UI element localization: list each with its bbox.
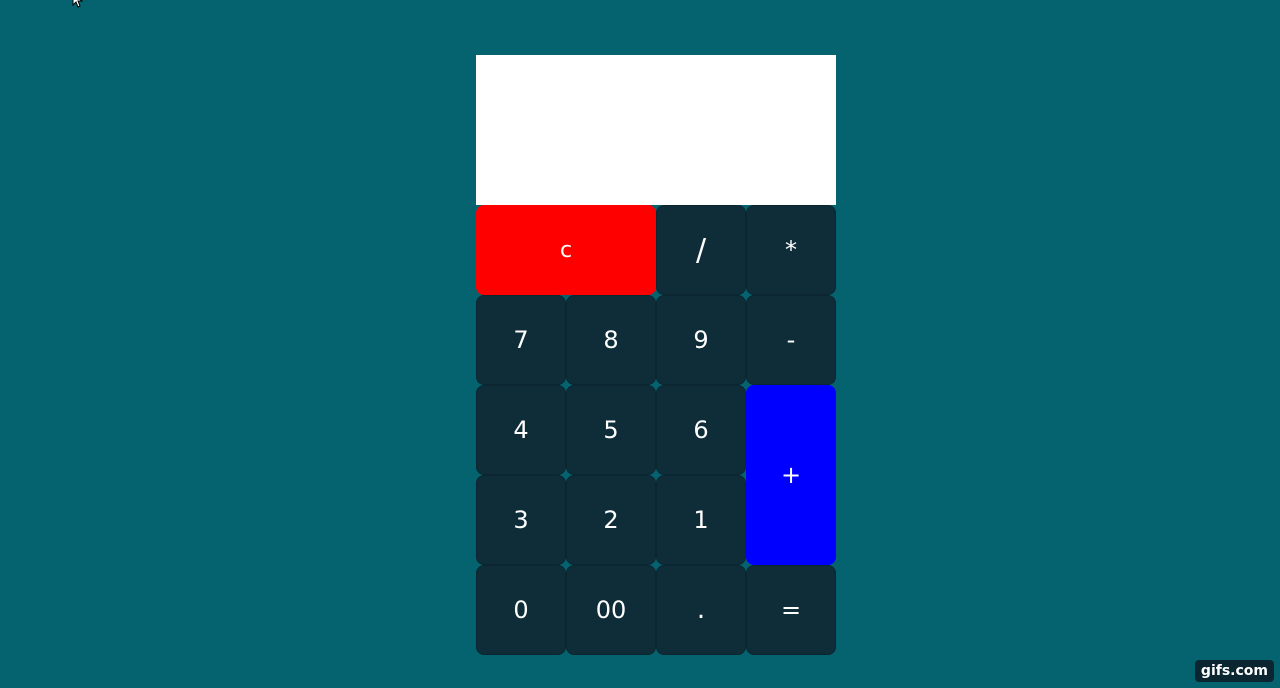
digit-4-button[interactable]: 4 bbox=[476, 385, 566, 475]
digit-5-button[interactable]: 5 bbox=[566, 385, 656, 475]
divide-button[interactable]: / bbox=[656, 205, 746, 295]
digit-3-button[interactable]: 3 bbox=[476, 475, 566, 565]
digit-1-button[interactable]: 1 bbox=[656, 475, 746, 565]
mouse-pointer-icon bbox=[72, 0, 84, 8]
calculator-display bbox=[476, 55, 836, 205]
digit-6-button[interactable]: 6 bbox=[656, 385, 746, 475]
digit-0-button[interactable]: 0 bbox=[476, 565, 566, 655]
minus-button[interactable]: - bbox=[746, 295, 836, 385]
digit-9-button[interactable]: 9 bbox=[656, 295, 746, 385]
digit-8-button[interactable]: 8 bbox=[566, 295, 656, 385]
digit-7-button[interactable]: 7 bbox=[476, 295, 566, 385]
gifs-watermark: gifs.com bbox=[1194, 660, 1274, 682]
equals-button[interactable]: = bbox=[746, 565, 836, 655]
decimal-button[interactable]: . bbox=[656, 565, 746, 655]
calculator: c / * 7 8 9 - 4 5 6 + 3 2 1 0 00 . = bbox=[476, 55, 836, 655]
double-zero-button[interactable]: 00 bbox=[566, 565, 656, 655]
multiply-button[interactable]: * bbox=[746, 205, 836, 295]
calculator-keypad: c / * 7 8 9 - 4 5 6 + 3 2 1 0 00 . = bbox=[476, 205, 836, 655]
plus-button[interactable]: + bbox=[746, 385, 836, 565]
digit-2-button[interactable]: 2 bbox=[566, 475, 656, 565]
clear-button[interactable]: c bbox=[476, 205, 656, 295]
